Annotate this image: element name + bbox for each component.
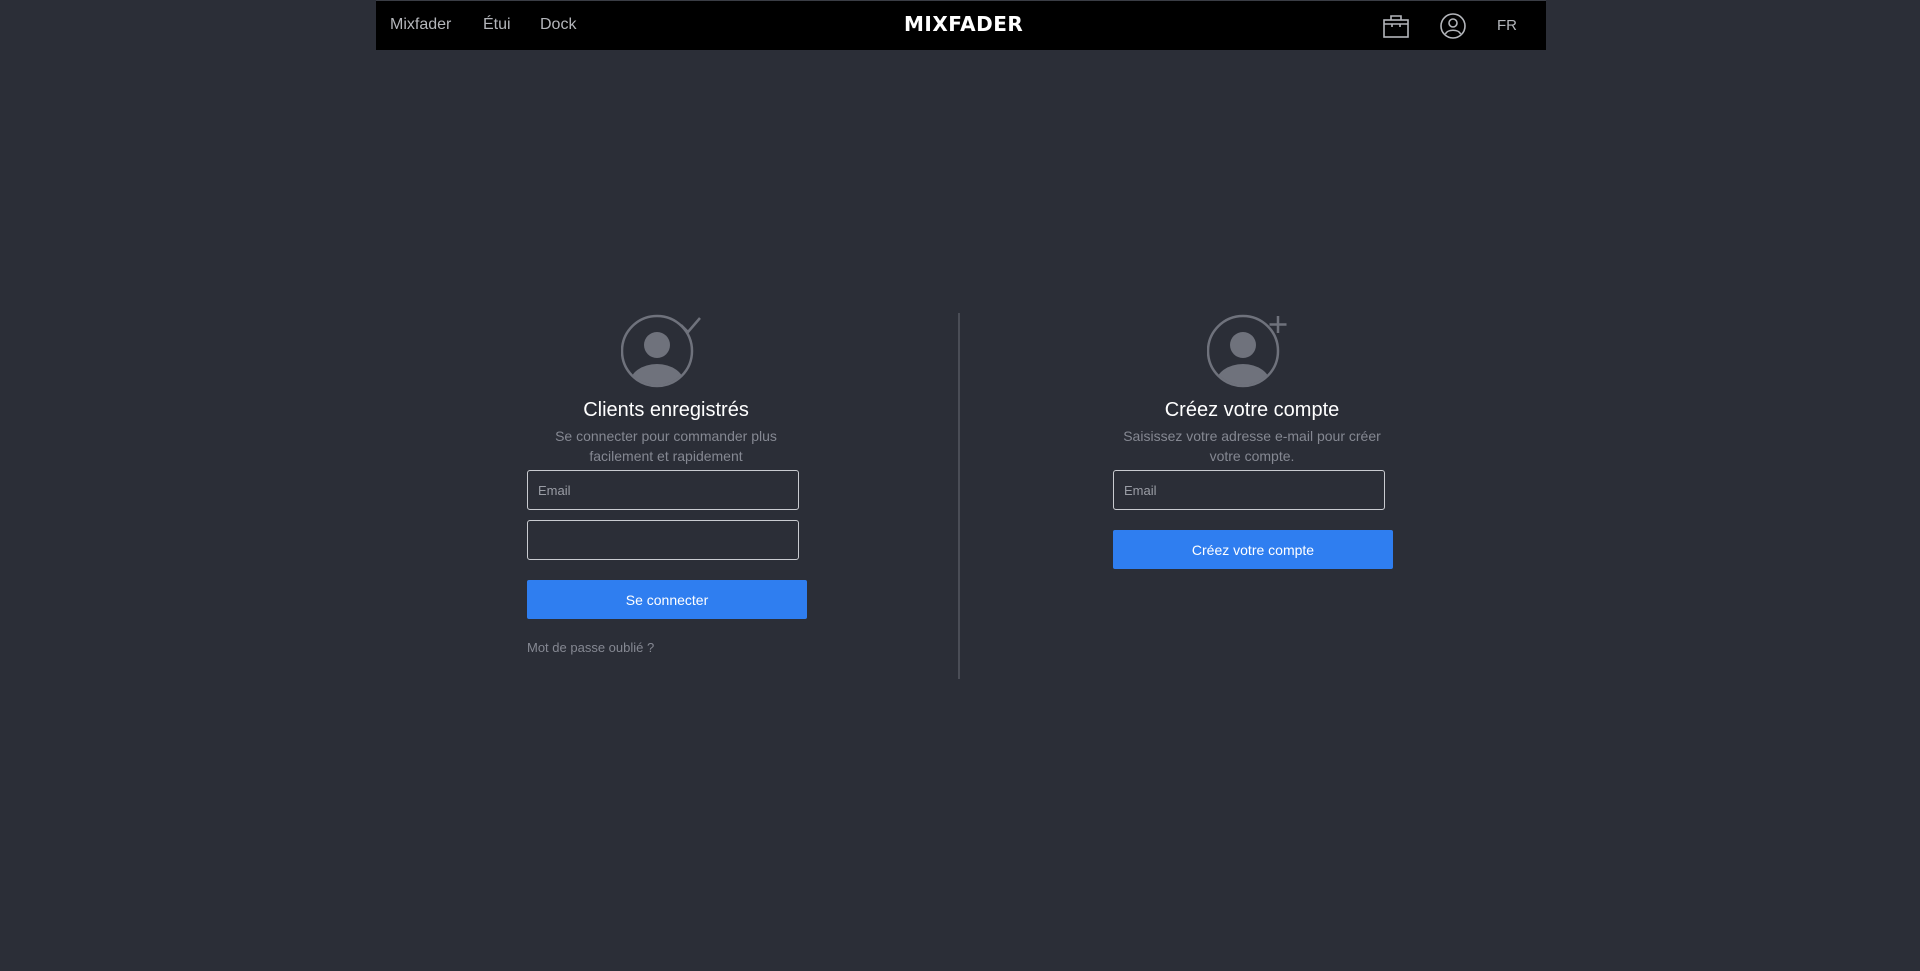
- create-account-button[interactable]: Créez votre compte: [1113, 530, 1393, 569]
- language-selector[interactable]: FR: [1497, 17, 1517, 34]
- login-subtitle: Se connecter pour commander plus facilem…: [555, 428, 777, 464]
- login-panel: Clients enregistrés Se connecter pour co…: [521, 313, 811, 466]
- user-add-icon: [1206, 313, 1297, 389]
- logo[interactable]: MIXFADER: [904, 12, 1023, 36]
- forgot-password-link[interactable]: Mot de passe oublié ?: [527, 640, 654, 655]
- register-panel: Créez votre compte Saisissez votre adres…: [1107, 313, 1397, 466]
- register-subtitle: Saisissez votre adresse e-mail pour crée…: [1123, 428, 1381, 464]
- nav-link-etui[interactable]: Étui: [483, 16, 511, 34]
- top-bar: Mixfader Étui Dock MIXFADER FR: [0, 0, 1920, 50]
- login-button[interactable]: Se connecter: [527, 580, 807, 619]
- shopping-bag-icon[interactable]: [1382, 12, 1410, 40]
- panel-divider: [958, 313, 960, 679]
- login-title: Clients enregistrés: [583, 399, 749, 421]
- login-password-input[interactable]: [527, 520, 799, 560]
- user-account-icon[interactable]: [1439, 12, 1467, 40]
- login-email-input[interactable]: [527, 470, 799, 510]
- nav-link-mixfader[interactable]: Mixfader: [390, 16, 451, 34]
- nav-link-dock[interactable]: Dock: [540, 16, 576, 34]
- header: Mixfader Étui Dock MIXFADER FR: [376, 0, 1546, 50]
- user-check-icon: [620, 313, 711, 389]
- register-title: Créez votre compte: [1164, 399, 1340, 421]
- register-email-input[interactable]: [1113, 470, 1385, 510]
